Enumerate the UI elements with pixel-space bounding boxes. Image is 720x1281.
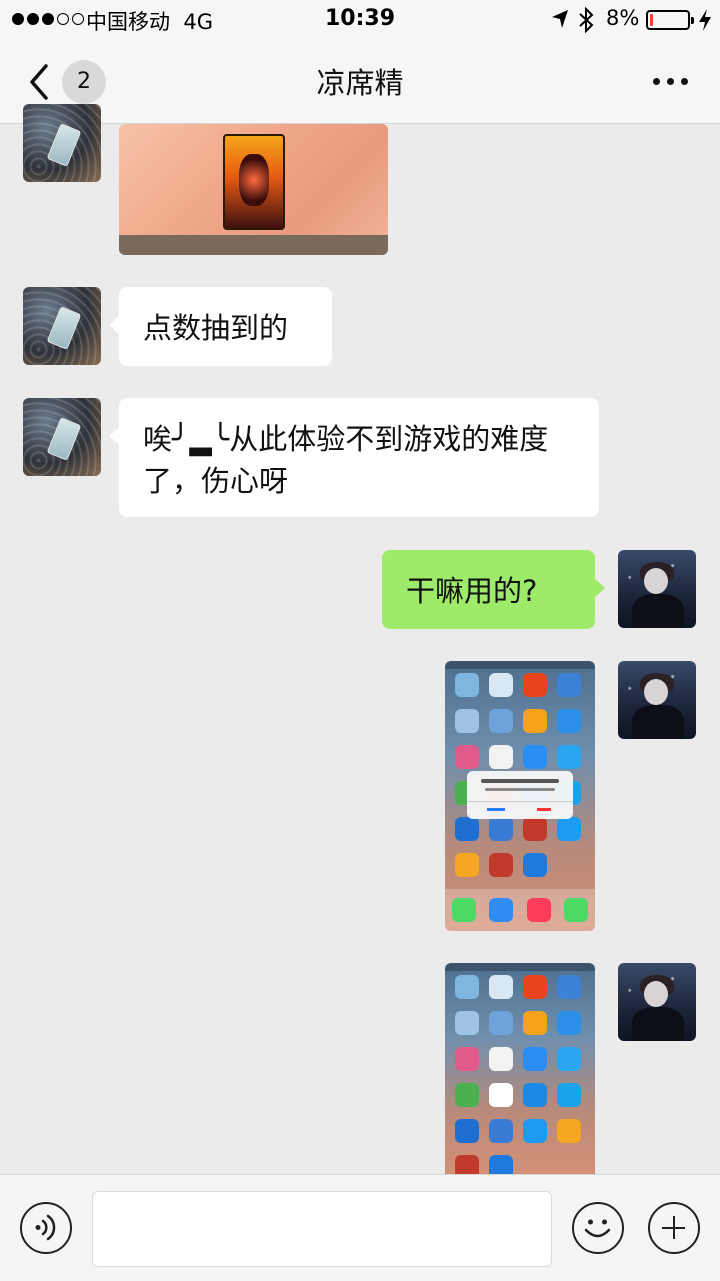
smiley-face-icon (584, 1219, 611, 1238)
message-input[interactable] (92, 1191, 552, 1267)
contact-avatar[interactable] (23, 398, 101, 476)
my-avatar[interactable] (618, 550, 696, 628)
chat-nav-bar: 2 凉席精 (0, 40, 720, 124)
message-bubble-incoming[interactable]: 点数抽到的 (109, 287, 332, 366)
phone-screenshot-image[interactable] (445, 661, 595, 931)
voice-wave-icon (35, 1214, 56, 1241)
phone-screenshot-image[interactable] (445, 963, 595, 1174)
message-bubble-outgoing[interactable]: 干嘛用的? (382, 550, 605, 629)
bluetooth-icon (579, 7, 594, 33)
message-bubble-incoming[interactable]: 唉╯▂╰从此体验不到游戏的难度了，伤心呀 (109, 398, 599, 517)
my-avatar[interactable] (618, 661, 696, 739)
location-arrow-icon (552, 10, 568, 28)
charging-bolt-icon (699, 9, 711, 31)
chat-title: 凉席精 (316, 66, 404, 100)
my-avatar[interactable] (618, 963, 696, 1041)
contact-avatar[interactable] (23, 287, 101, 365)
voice-icon[interactable] (20, 1202, 72, 1254)
chat-input-bar (0, 1174, 720, 1281)
emoji-icon[interactable] (572, 1202, 624, 1254)
battery-icon (646, 10, 694, 30)
battery-percent: 8% (606, 6, 640, 30)
game-card-image[interactable] (119, 124, 388, 255)
status-bar: 中国移动 4G 10:39 8% (0, 0, 720, 40)
contact-avatar[interactable] (23, 104, 101, 182)
plus-icon[interactable] (648, 1202, 700, 1254)
ellipsis-icon[interactable] (640, 68, 700, 94)
